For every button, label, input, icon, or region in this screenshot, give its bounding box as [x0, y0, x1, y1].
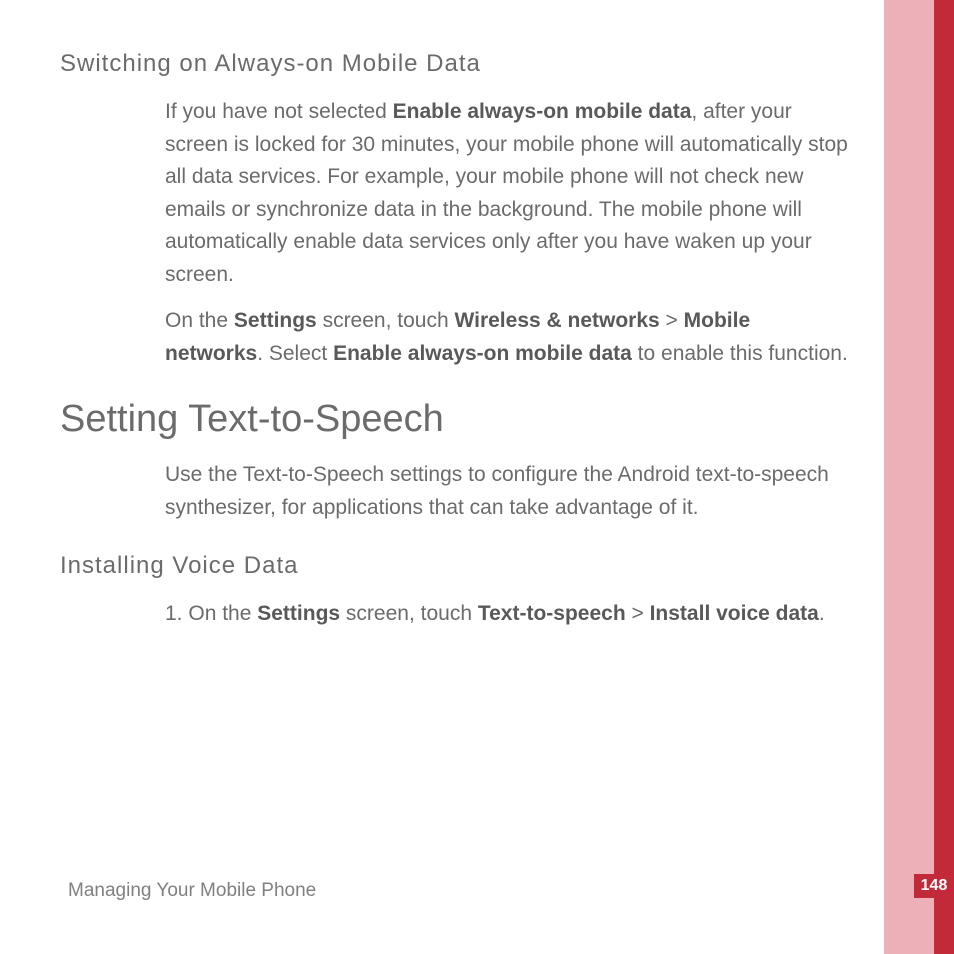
text: to enable this function. — [632, 342, 848, 365]
bold-text: Text-to-speech — [478, 602, 626, 625]
text: . Select — [257, 342, 333, 365]
text: If you have not selected — [165, 100, 393, 123]
section2-paragraph-1: Use the Text-to-Speech settings to confi… — [165, 459, 850, 524]
sidebar-pink-stripe — [884, 0, 934, 954]
text: , after your screen is locked for 30 min… — [165, 100, 848, 286]
bold-text: Settings — [257, 602, 340, 625]
bold-text: Enable always-on mobile data — [333, 342, 632, 365]
bold-text: Install voice data — [650, 602, 819, 625]
text: screen, touch — [317, 309, 455, 332]
section3-body: 1. On the Settings screen, touch Text-to… — [165, 598, 850, 631]
section2-body: Use the Text-to-Speech settings to confi… — [165, 459, 850, 524]
bold-text: Enable always-on mobile data — [393, 100, 692, 123]
heading-always-on-mobile-data: Switching on Always-on Mobile Data — [60, 50, 850, 78]
text: On the — [188, 602, 257, 625]
section3-step-1: 1. On the Settings screen, touch Text-to… — [165, 598, 850, 631]
text: On the — [165, 309, 234, 332]
heading-installing-voice-data: Installing Voice Data — [60, 552, 850, 580]
page-content: Switching on Always-on Mobile Data If yo… — [60, 50, 850, 645]
section1-paragraph-1: If you have not selected Enable always-o… — [165, 96, 850, 291]
text: . — [819, 602, 825, 625]
step-number: 1. — [165, 602, 188, 625]
page-number: 148 — [914, 874, 954, 898]
text: > — [660, 309, 684, 332]
heading-setting-text-to-speech: Setting Text-to-Speech — [60, 398, 850, 441]
text: > — [626, 602, 650, 625]
footer-chapter-title: Managing Your Mobile Phone — [68, 880, 316, 902]
sidebar-red-stripe — [934, 0, 954, 954]
text: screen, touch — [340, 602, 478, 625]
bold-text: Wireless & networks — [454, 309, 659, 332]
section1-body: If you have not selected Enable always-o… — [165, 96, 850, 370]
section1-paragraph-2: On the Settings screen, touch Wireless &… — [165, 305, 850, 370]
bold-text: Settings — [234, 309, 317, 332]
